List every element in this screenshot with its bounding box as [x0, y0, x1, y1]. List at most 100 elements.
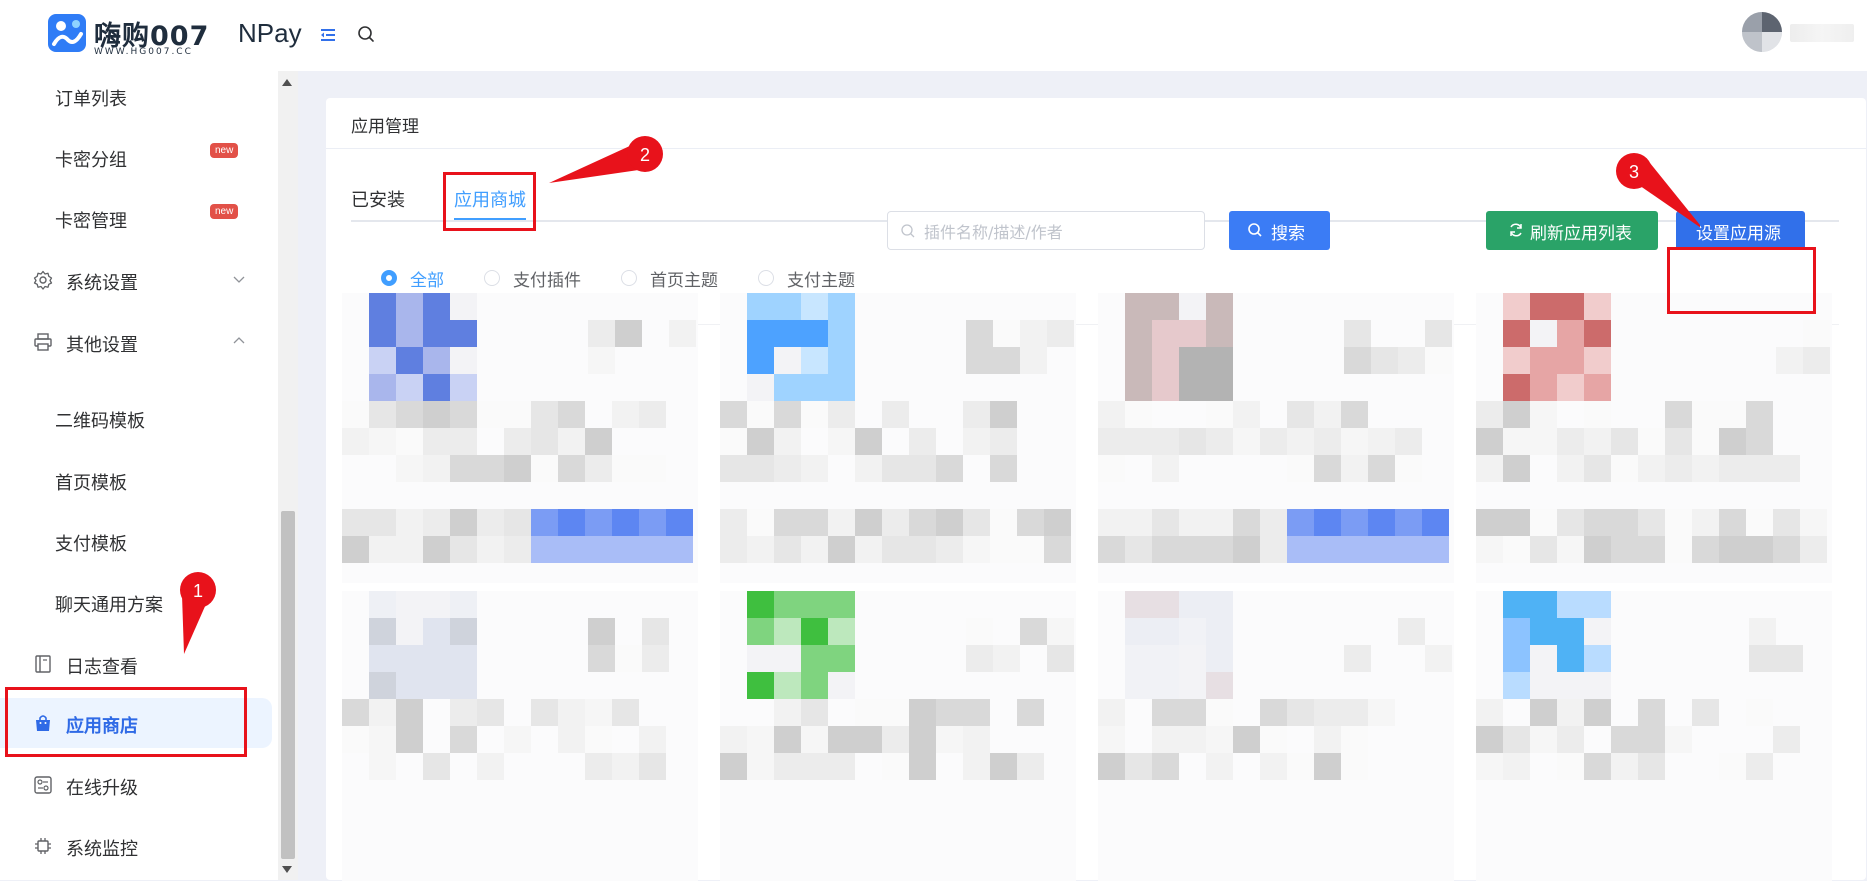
- sidebar-item-label: 日志查看: [66, 657, 138, 678]
- blurred-pixel: [801, 455, 828, 482]
- blurred-pixel: [669, 320, 696, 347]
- upgrade-icon: [34, 776, 52, 794]
- blurred-pixel: [1017, 699, 1044, 726]
- blurred-pixel: [1098, 726, 1125, 753]
- blurred-pixel: [1020, 618, 1047, 645]
- blurred-pixel: [1125, 509, 1152, 536]
- blurred-pixel: [1503, 509, 1530, 536]
- chevron-up-icon: [233, 337, 245, 344]
- blurred-pixel: [1584, 374, 1611, 401]
- blurred-pixel: [585, 536, 612, 563]
- blurred-pixel: [1557, 726, 1584, 753]
- blurred-pixel: [963, 428, 990, 455]
- blurred-pixel: [423, 536, 450, 563]
- sidebar-item-home-template[interactable]: 首页模板: [0, 455, 272, 505]
- blurred-pixel: [396, 536, 423, 563]
- blurred-pixel: [1344, 320, 1371, 347]
- blurred-pixel: [801, 726, 828, 753]
- blurred-pixel: [882, 753, 909, 780]
- blurred-pixel: [1503, 455, 1530, 482]
- blurred-pixel: [369, 320, 396, 347]
- sidebar-item-card-groups[interactable]: 卡密分组 new: [0, 132, 272, 182]
- blurred-pixel: [720, 509, 747, 536]
- blurred-pixel: [1773, 726, 1800, 753]
- blurred-pixel: [909, 726, 936, 753]
- menu-fold-icon[interactable]: [318, 25, 338, 45]
- blurred-pixel: [1746, 428, 1773, 455]
- blurred-pixel: [1638, 726, 1665, 753]
- blurred-pixel: [1776, 347, 1803, 374]
- blurred-pixel: [936, 536, 963, 563]
- avatar[interactable]: [1742, 12, 1782, 52]
- blurred-pixel: [369, 509, 396, 536]
- blurred-pixel: [1260, 428, 1287, 455]
- blurred-pixel: [1098, 455, 1125, 482]
- sidebar-item-chat-solution[interactable]: 聊天通用方案: [0, 577, 272, 627]
- blurred-pixel: [882, 726, 909, 753]
- sidebar-item-system-settings[interactable]: 系统设置: [0, 255, 272, 305]
- blurred-pixel: [1287, 536, 1314, 563]
- blurred-pixel: [936, 699, 963, 726]
- plugin-search-input[interactable]: [922, 218, 1196, 246]
- blurred-pixel: [477, 699, 504, 726]
- blurred-pixel: [666, 509, 693, 536]
- blurred-pixel: [1422, 509, 1449, 536]
- blurred-pixel: [1314, 509, 1341, 536]
- username-blurred[interactable]: [1790, 24, 1854, 42]
- sidebar-item-online-upgrade[interactable]: 在线升级: [0, 760, 272, 810]
- search-icon[interactable]: [356, 24, 376, 44]
- blurred-pixel: [1584, 591, 1611, 618]
- scroll-down-arrow-icon[interactable]: [282, 866, 292, 873]
- blurred-pixel: [1557, 672, 1584, 699]
- blurred-pixel: [531, 428, 558, 455]
- blurred-pixel: [1638, 455, 1665, 482]
- blurred-pixel: [1179, 509, 1206, 536]
- blurred-pixel: [1206, 591, 1233, 618]
- sidebar-item-pay-template[interactable]: 支付模板: [0, 516, 272, 566]
- blurred-pixel: [396, 293, 423, 320]
- sidebar-item-logs[interactable]: 日志查看: [0, 639, 272, 689]
- blurred-pixel: [369, 591, 396, 618]
- blurred-pixel: [342, 401, 369, 428]
- blurred-pixel: [747, 401, 774, 428]
- blurred-pixel: [1368, 509, 1395, 536]
- blurred-pixel: [1530, 374, 1557, 401]
- blurred-pixel: [1206, 726, 1233, 753]
- blurred-pixel: [639, 401, 666, 428]
- blurred-pixel: [1803, 320, 1830, 347]
- blurred-pixel: [1287, 455, 1314, 482]
- blurred-pixel: [1530, 320, 1557, 347]
- sidebar-item-card-management[interactable]: 卡密管理 new: [0, 193, 272, 243]
- blurred-pixel: [1557, 591, 1584, 618]
- blurred-pixel: [396, 320, 423, 347]
- blurred-pixel: [828, 672, 855, 699]
- tab-installed[interactable]: 已安装: [351, 186, 405, 212]
- sidebar-item-system-monitor[interactable]: 系统监控: [0, 821, 272, 871]
- blurred-pixel: [1719, 753, 1746, 780]
- blurred-pixel: [1368, 699, 1395, 726]
- radio-dot: [758, 270, 774, 286]
- sidebar-item-other-settings[interactable]: 其他设置: [0, 317, 272, 367]
- blurred-pixel: [1425, 347, 1452, 374]
- blurred-pixel: [1314, 428, 1341, 455]
- blurred-pixel: [1260, 509, 1287, 536]
- sidebar-item-orders[interactable]: 订单列表: [0, 71, 272, 121]
- blurred-pixel: [1611, 509, 1638, 536]
- sidebar-scrollbar[interactable]: [278, 71, 298, 880]
- blurred-pixel: [747, 591, 774, 618]
- scroll-thumb[interactable]: [281, 511, 295, 859]
- blurred-pixel: [1179, 347, 1206, 374]
- scroll-up-arrow-icon[interactable]: [282, 79, 292, 86]
- logo-brand: NPay: [238, 18, 302, 48]
- blurred-pixel: [1692, 536, 1719, 563]
- blurred-pixel: [342, 428, 369, 455]
- sidebar-item-qrcode-template[interactable]: 二维码模板: [0, 393, 272, 443]
- blurred-pixel: [1152, 753, 1179, 780]
- blurred-pixel: [993, 645, 1020, 672]
- blurred-pixel: [612, 536, 639, 563]
- search-button[interactable]: 搜索: [1229, 211, 1330, 250]
- blurred-pixel: [477, 753, 504, 780]
- plugin-search-field[interactable]: [887, 211, 1205, 250]
- blurred-pixel: [450, 428, 477, 455]
- blurred-pixel: [828, 374, 855, 401]
